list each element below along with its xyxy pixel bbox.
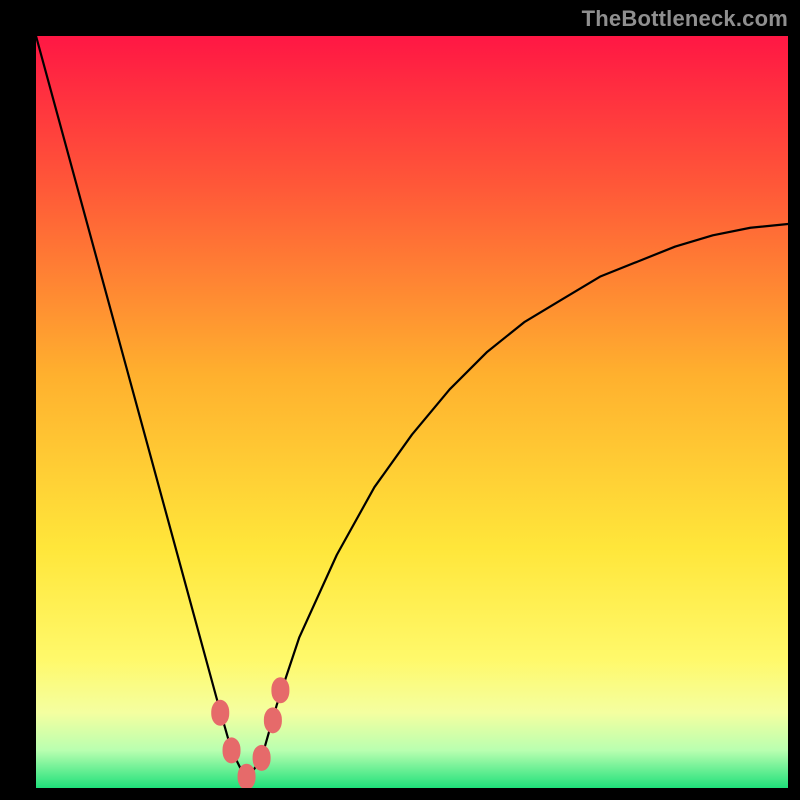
bottleneck-chart xyxy=(36,36,788,788)
valley-marker xyxy=(253,745,271,771)
valley-marker xyxy=(271,677,289,703)
valley-marker xyxy=(264,707,282,733)
chart-frame: TheBottleneck.com xyxy=(0,0,800,800)
watermark-text: TheBottleneck.com xyxy=(582,6,788,32)
valley-marker xyxy=(223,737,241,763)
valley-marker xyxy=(211,700,229,726)
gradient-background xyxy=(36,36,788,788)
valley-marker xyxy=(238,764,256,788)
